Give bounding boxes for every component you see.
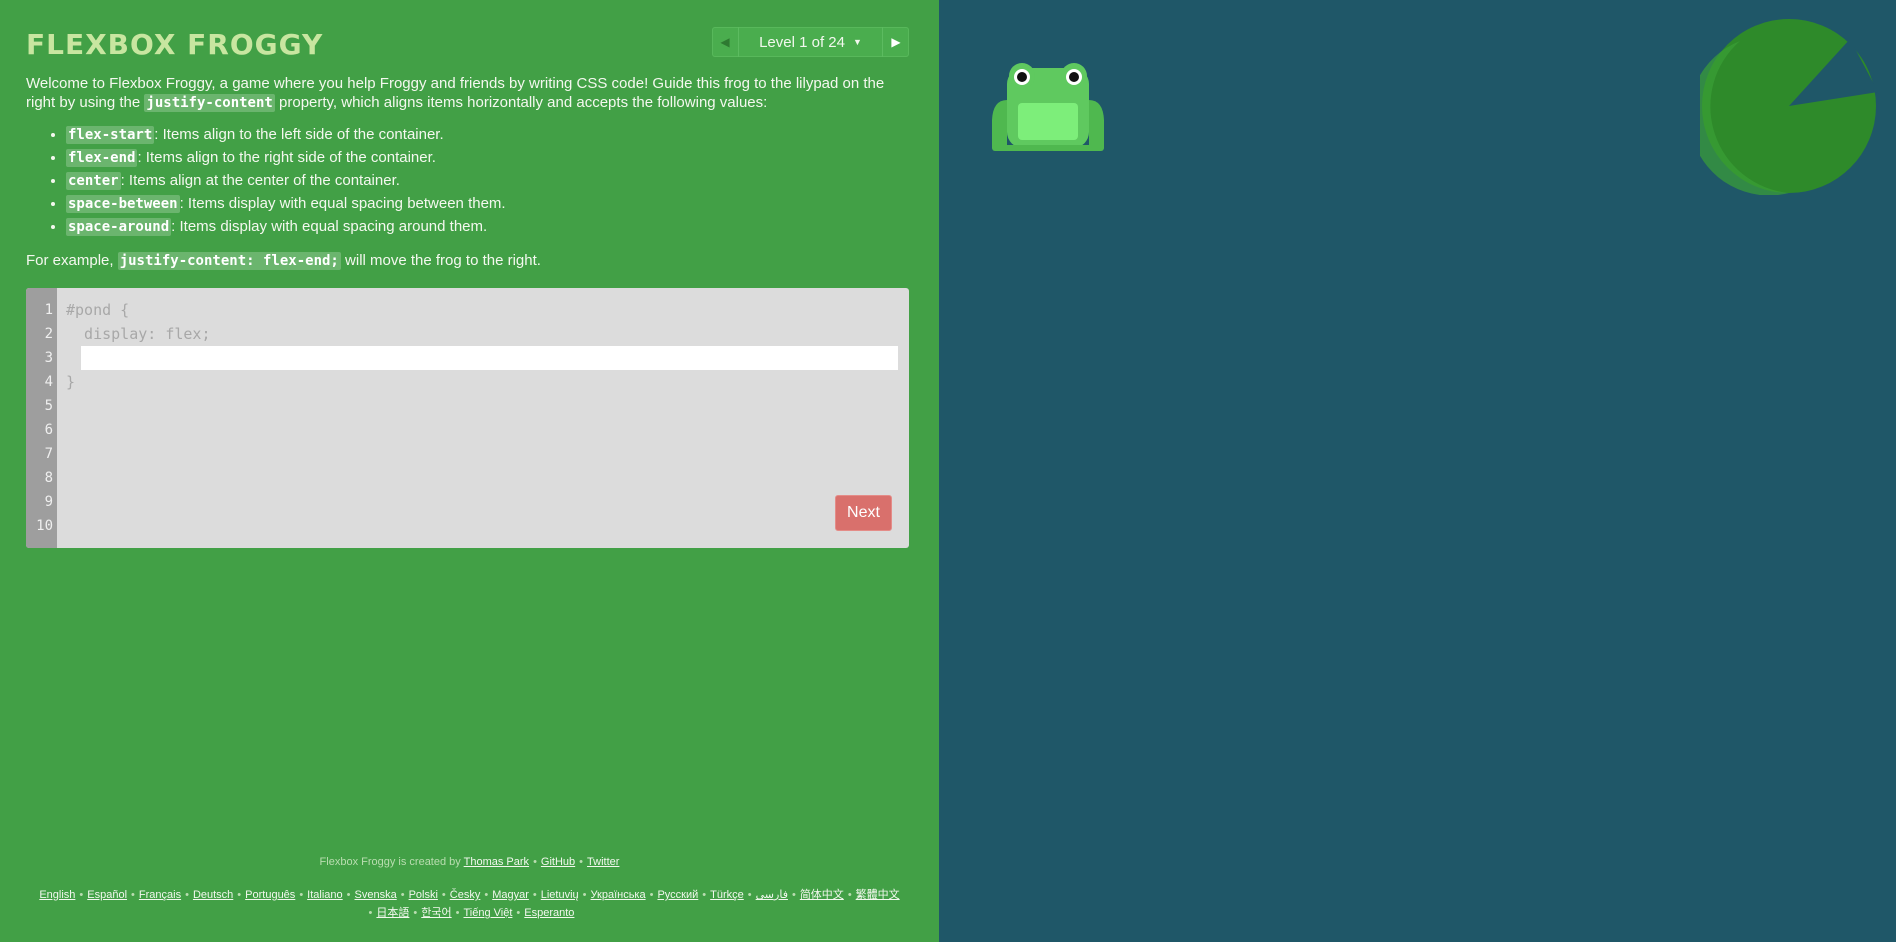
line-number: 3 [44, 350, 53, 366]
sidebar: FLEXBOX FROGGY ◀ Level 1 of 24 ▼ ▶ Welco… [0, 0, 939, 942]
example-text-2: will move the frog to the right. [340, 252, 541, 269]
triangle-right-icon: ▶ [891, 35, 901, 49]
language-row-1: English • Español • Français • Deutsch • Portugu… [39, 889, 900, 901]
language-link[interactable]: Polski [409, 889, 438, 901]
triangle-left-icon: ◀ [720, 35, 730, 49]
language-link[interactable]: Français [139, 889, 181, 901]
github-link[interactable]: GitHub [541, 856, 575, 868]
value-item: flex-end: Items align to the right side … [66, 148, 912, 168]
line-number: 8 [44, 470, 53, 486]
line-number: 10 [36, 518, 53, 534]
language-link[interactable]: Magyar [492, 889, 529, 901]
example-text: For example, [26, 252, 118, 269]
frog-belly [1018, 103, 1078, 140]
line-number: 6 [44, 422, 53, 438]
language-link[interactable]: 简体中文 [800, 889, 844, 901]
value-code: center [66, 172, 121, 190]
frog-right-pupil [1069, 72, 1079, 82]
property-code: justify-content [144, 94, 275, 112]
line-number: 2 [44, 326, 53, 342]
credits: Flexbox Froggy is created by Thomas Park… [319, 856, 620, 868]
language-link[interactable]: Deutsch [193, 889, 233, 901]
value-code: flex-start [66, 126, 155, 144]
value-item: space-between: Items display with equal … [66, 194, 912, 214]
value-description: : Items align to the right side of the c… [137, 149, 436, 166]
next-button[interactable]: Next [835, 495, 892, 531]
language-link[interactable]: English [39, 889, 75, 901]
value-description: : Items align at the center of the conta… [120, 172, 400, 189]
value-description: : Items align to the left side of the co… [154, 126, 444, 143]
level-navigator: ◀ Level 1 of 24 ▼ ▶ [712, 27, 909, 57]
language-link[interactable]: فارسی [756, 889, 788, 901]
language-row-2: • 日本語 • 한국어 • Tiếng Việt • Esperanto [368, 907, 575, 919]
line-number: 9 [44, 494, 53, 510]
values-list: flex-start: Items align to the left side… [26, 125, 912, 237]
value-item: center: Items align at the center of the… [66, 171, 912, 191]
value-code: space-between [66, 195, 180, 213]
example-code: justify-content: flex-end; [117, 252, 341, 270]
line-number: 5 [44, 398, 53, 414]
credit-prefix: Flexbox Froggy is created by [319, 856, 461, 868]
language-link[interactable]: Esperanto [524, 907, 574, 919]
lilypad [1700, 19, 1878, 195]
frog-right-leg [1089, 100, 1104, 148]
line-number: 7 [44, 446, 53, 462]
caret-down-icon: ▼ [852, 37, 862, 47]
value-description: : Items display with equal spacing betwe… [179, 195, 506, 212]
code-editor: 1 2 3 4 5 6 7 8 9 10 #pond { display: fl… [26, 288, 909, 548]
language-link[interactable]: 한국어 [421, 907, 451, 919]
language-link[interactable]: Svenska [355, 889, 397, 901]
language-link[interactable]: Português [245, 889, 295, 901]
language-link[interactable]: Українська [591, 889, 646, 901]
language-link[interactable]: Lietuvių [541, 889, 579, 901]
language-link[interactable]: Česky [450, 889, 481, 901]
twitter-link[interactable]: Twitter [587, 856, 619, 868]
value-item: flex-start: Items align to the left side… [66, 125, 912, 145]
code-line-2: display: flex; [66, 325, 211, 343]
frog-left-leg [992, 100, 1007, 148]
language-link[interactable]: 日本語 [376, 907, 409, 919]
line-number-gutter: 1 2 3 4 5 6 7 8 9 10 [26, 288, 57, 548]
prev-level-button[interactable]: ◀ [712, 27, 739, 57]
instructions: Welcome to Flexbox Froggy, a game where … [26, 74, 912, 271]
language-link[interactable]: Türkçe [710, 889, 744, 901]
language-link[interactable]: 繁體中文 [856, 889, 900, 901]
line-number: 4 [44, 374, 53, 390]
code-line-4: } [66, 373, 76, 391]
language-link[interactable]: Español [87, 889, 127, 901]
language-link[interactable]: Tiếng Việt [464, 907, 513, 919]
frog [992, 63, 1104, 151]
frog-feet [992, 145, 1104, 151]
author-link[interactable]: Thomas Park [464, 856, 529, 868]
value-code: space-around [66, 218, 172, 236]
value-description: : Items display with equal spacing aroun… [171, 218, 488, 235]
game-title: FLEXBOX FROGGY [26, 28, 324, 61]
language-links: English • Español • Français • Deutsch • Portugu… [20, 886, 919, 922]
intro-text-2: property, which aligns items horizontall… [274, 94, 768, 111]
value-code: flex-end [66, 149, 138, 167]
frog-left-pupil [1017, 72, 1027, 82]
css-answer-input[interactable] [81, 346, 898, 370]
intro-paragraph: Welcome to Flexbox Froggy, a game where … [26, 74, 912, 113]
next-level-button[interactable]: ▶ [882, 27, 909, 57]
level-dropdown[interactable]: Level 1 of 24 ▼ [739, 27, 882, 57]
example-paragraph: For example, justify-content: flex-end; … [26, 251, 912, 271]
line-number: 1 [44, 302, 53, 318]
level-indicator: Level 1 of 24 [759, 33, 845, 51]
language-link[interactable]: Русский [657, 889, 698, 901]
language-link[interactable]: Italiano [307, 889, 342, 901]
code-line-1: #pond { [66, 301, 130, 319]
value-item: space-around: Items display with equal s… [66, 217, 912, 237]
